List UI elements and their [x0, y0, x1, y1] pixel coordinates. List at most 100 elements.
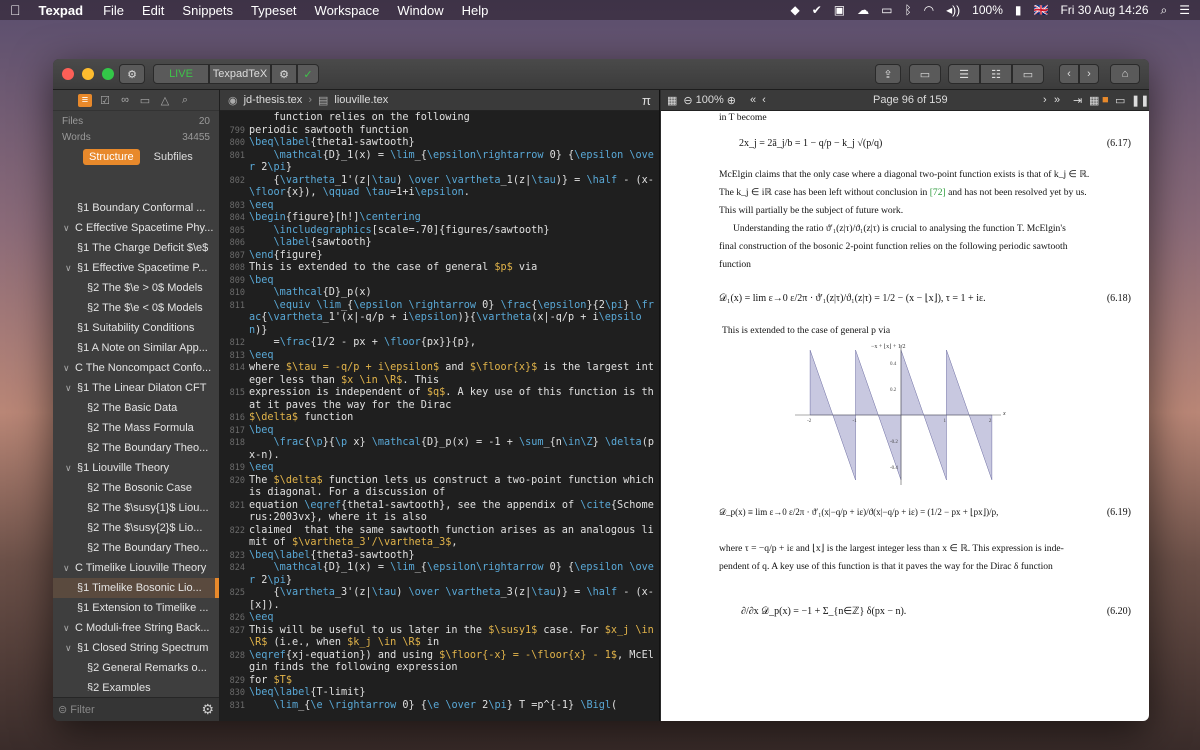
check-icon[interactable]: ✔: [812, 3, 822, 17]
grid-icon[interactable]: ▦: [1089, 94, 1099, 107]
code-line[interactable]: 809 \beq: [220, 275, 660, 288]
layout-pdf-icon[interactable]: ▭: [1012, 64, 1044, 84]
todo-icon[interactable]: ☑: [98, 94, 112, 107]
outline-item[interactable]: ∨ C The Noncompact Confo...: [53, 358, 219, 378]
menu-workspace[interactable]: Workspace: [315, 3, 380, 18]
list-icon[interactable]: ☰: [1179, 3, 1190, 17]
code-line[interactable]: 807 \end{figure}: [220, 250, 660, 263]
code-line[interactable]: 828 \eqref{xj-equation}) and using $\floo…: [220, 650, 660, 675]
code-line[interactable]: 825 {\vartheta_3'(z|\tau) \over \varthet…: [220, 587, 660, 612]
zoom-in-icon[interactable]: ⊕: [727, 94, 736, 107]
code-line[interactable]: 802 {\vartheta_1'(z|\tau) \over \varthet…: [220, 175, 660, 200]
disclosure-chevron-icon[interactable]: ∨: [63, 618, 75, 638]
outline-item[interactable]: §2 Examples: [53, 678, 219, 691]
pdf-page[interactable]: in T become 2x_j = 2ā_j/b = 1 − q/p − k_…: [661, 112, 1149, 721]
menu-file[interactable]: File: [103, 3, 124, 18]
outline-icon[interactable]: ≡: [78, 93, 92, 107]
code-line[interactable]: 810 \mathcal{D}_p(x): [220, 287, 660, 300]
disclosure-chevron-icon[interactable]: ∨: [63, 558, 75, 578]
outline-item[interactable]: ∨ §1 The Linear Dilaton CFT: [53, 378, 219, 398]
search-icon[interactable]: ⌕: [178, 94, 192, 107]
layout-split-icon[interactable]: ☷: [980, 64, 1012, 84]
present-icon[interactable]: ▭: [1115, 94, 1125, 107]
minimize-button[interactable]: [82, 68, 94, 80]
zoom-out-icon[interactable]: ⊖: [683, 94, 692, 107]
next-page-icon[interactable]: ›: [1043, 94, 1047, 106]
outline-item[interactable]: ∨ C Effective Spacetime Phy...: [53, 218, 219, 238]
code-line[interactable]: 803 \eeq: [220, 200, 660, 213]
outline-item[interactable]: §1 The Charge Deficit $\e$: [53, 238, 219, 258]
thumbnails-icon[interactable]: ▦: [667, 94, 677, 107]
menu-typeset[interactable]: Typeset: [251, 3, 297, 18]
outline-item[interactable]: §2 The Boundary Theo...: [53, 438, 219, 458]
engine-select[interactable]: TexpadTeX: [209, 64, 271, 84]
code-line[interactable]: 819 \eeq: [220, 462, 660, 475]
code-area[interactable]: function relies on the following 799 perio…: [220, 112, 660, 721]
cloud-icon[interactable]: ☁: [857, 3, 869, 17]
code-line[interactable]: 820 The $\delta$ function lets us constru…: [220, 475, 660, 500]
battery-icon[interactable]: ▮: [1015, 3, 1022, 17]
outline-item[interactable]: ∨ §1 Closed String Spectrum: [53, 638, 219, 658]
code-line[interactable]: 799 periodic sawtooth function: [220, 125, 660, 138]
code-line[interactable]: 830 \beq\label{T-limit}: [220, 687, 660, 700]
breadcrumb-file[interactable]: liouville.tex: [334, 94, 388, 106]
outline-item[interactable]: ∨ C Timelike Liouville Theory: [53, 558, 219, 578]
close-button[interactable]: [62, 68, 74, 80]
outline-item[interactable]: §1 A Note on Similar App...: [53, 338, 219, 358]
settings-gear-icon[interactable]: ⚙: [119, 64, 145, 84]
code-line[interactable]: 813 \eeq: [220, 350, 660, 363]
links-icon[interactable]: ∞: [118, 94, 132, 107]
sync-icon[interactable]: ⇥: [1073, 94, 1082, 107]
filter-input[interactable]: Filter: [70, 704, 201, 716]
wifi-icon[interactable]: ◠: [924, 3, 934, 17]
code-line[interactable]: 815 expression is independent of $q$. A k…: [220, 387, 660, 412]
code-line[interactable]: 804 \begin{figure}[h!]\centering: [220, 212, 660, 225]
code-line[interactable]: 817 \beq: [220, 425, 660, 438]
outline-item[interactable]: §2 The $\e > 0$ Models: [53, 278, 219, 298]
code-line[interactable]: 829 for $T$: [220, 675, 660, 688]
typeset-status-check-icon[interactable]: ✓: [297, 64, 319, 84]
sidebar-toggle-icon[interactable]: ▭: [909, 64, 941, 84]
back-icon[interactable]: ‹: [1059, 64, 1079, 84]
airplay-icon[interactable]: ▭: [881, 3, 892, 17]
outline-item[interactable]: §1 Extension to Timelike ...: [53, 598, 219, 618]
code-line[interactable]: 812 =\frac{1/2 - px + \floor{px}}{p},: [220, 337, 660, 350]
folder-icon[interactable]: ▭: [138, 94, 152, 107]
tab-subfiles[interactable]: Subfiles: [148, 149, 199, 165]
share-icon[interactable]: ⇪: [875, 64, 901, 84]
code-line[interactable]: 811 \equiv \lim_{\epsilon \rightarrow 0}…: [220, 300, 660, 338]
last-page-icon[interactable]: »: [1054, 94, 1060, 106]
outline-item[interactable]: ∨ C Moduli-free String Back...: [53, 618, 219, 638]
code-line[interactable]: 805 \includegraphics[scale=.70]{figures/…: [220, 225, 660, 238]
disclosure-chevron-icon[interactable]: ∨: [65, 458, 77, 478]
breadcrumb-root[interactable]: jd-thesis.tex: [244, 94, 303, 106]
pause-icon[interactable]: ❚❚: [1131, 94, 1149, 107]
page-indicator[interactable]: Page 96 of 159: [873, 94, 948, 106]
forward-icon[interactable]: ›: [1079, 64, 1099, 84]
code-line[interactable]: 822 claimed that the same sawtooth functi…: [220, 525, 660, 550]
outline-item[interactable]: ∨ §1 Liouville Theory: [53, 458, 219, 478]
prev-page-icon[interactable]: ‹: [762, 94, 766, 106]
outline-item[interactable]: §2 The $\susy{1}$ Liou...: [53, 498, 219, 518]
code-line[interactable]: 818 \frac{\p}{\p x} \mathcal{D}_p(x) = -…: [220, 437, 660, 462]
outline-item[interactable]: §2 The Boundary Theo...: [53, 538, 219, 558]
outline-item[interactable]: §2 The Bosonic Case: [53, 478, 219, 498]
code-line[interactable]: 800 \beq\label{theta1-sawtooth}: [220, 137, 660, 150]
disclosure-chevron-icon[interactable]: ∨: [63, 358, 75, 378]
layout-editor-icon[interactable]: ☰: [948, 64, 980, 84]
code-line[interactable]: 827 This will be useful to us later in th…: [220, 625, 660, 650]
code-line[interactable]: 814 where $\tau = -q/p + i\epsilon$ and $…: [220, 362, 660, 387]
typeset-settings-icon[interactable]: ⚙: [271, 64, 297, 84]
outline-item[interactable]: §2 The Basic Data: [53, 398, 219, 418]
code-line[interactable]: 823 \beq\label{theta3-sawtooth}: [220, 550, 660, 563]
outline-item[interactable]: §1 Boundary Conformal ...: [53, 198, 219, 218]
zoom-button[interactable]: [102, 68, 114, 80]
apple-icon[interactable]: : [10, 2, 21, 18]
warning-icon[interactable]: △: [158, 94, 172, 107]
code-line[interactable]: 816 $\delta$ function: [220, 412, 660, 425]
outline-item[interactable]: §2 General Remarks o...: [53, 658, 219, 678]
volume-icon[interactable]: ◂)): [946, 3, 960, 17]
code-line[interactable]: 806 \label{sawtooth}: [220, 237, 660, 250]
outline-item[interactable]: §2 The Mass Formula: [53, 418, 219, 438]
code-line[interactable]: 821 equation \eqref{theta1-sawtooth}, see…: [220, 500, 660, 525]
